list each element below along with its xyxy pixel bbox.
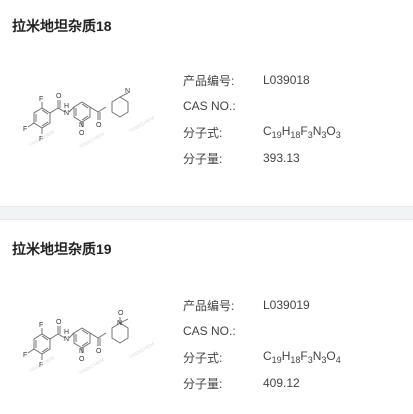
chemical-structure-image: F F F O N H N O O O N YRSKCHEM YRSKCHEM … — [20, 309, 170, 379]
card-separator — [0, 206, 413, 220]
oxygen-label: O — [56, 319, 62, 326]
cas-row: CAS NO.: — [183, 318, 341, 344]
oxygen-label: O — [79, 356, 85, 363]
formula-row: 分子式: C19H18F3N3O4 — [183, 344, 341, 370]
watermark: YRSKCHEM — [128, 341, 156, 360]
molecular-weight-label: 分子量: — [183, 376, 223, 391]
product-code-label: 产品编号: — [183, 298, 235, 313]
fluorine-label: F — [39, 96, 43, 103]
product-card-2[interactable]: 拉米地坦杂质19 F F F O N H N O O O N YRSKCHEM … — [0, 220, 413, 414]
nitrogen-label: N — [79, 122, 84, 129]
formula-value: C19H18F3N3O4 — [263, 349, 341, 365]
chemical-structure-image: F F F O N H N O O N YRSKCHEM YRSKCHEM YR… — [20, 83, 170, 153]
molecular-weight-row: 分子量: 393.13 — [183, 145, 341, 171]
product-code-value: L039019 — [263, 298, 310, 312]
cas-label: CAS NO.: — [183, 324, 236, 338]
nitrogen-label: N — [64, 110, 69, 117]
oxygen-label: O — [79, 130, 85, 137]
fluorine-label: F — [23, 352, 27, 359]
oxygen-label: O — [96, 348, 102, 355]
product-code-label: 产品编号: — [183, 73, 235, 88]
structure-drawing: F F F O N H N O O N YRSKCHEM YRSKCHEM YR… — [23, 88, 156, 151]
product-code-row: 产品编号: L039018 — [183, 67, 341, 93]
formula-label: 分子式: — [183, 125, 223, 140]
nitrogen-label: N — [79, 348, 84, 355]
cas-row: CAS NO.: — [183, 93, 341, 119]
product-title[interactable]: 拉米地坦杂质18 — [12, 16, 112, 36]
molecular-weight-row: 分子量: 409.12 — [183, 370, 341, 396]
oxygen-label: O — [56, 93, 62, 100]
product-code-row: 产品编号: L039019 — [183, 292, 341, 318]
watermark: YRSKCHEM — [128, 115, 156, 134]
fluorine-label: F — [39, 322, 43, 329]
nitrogen-label: N — [125, 88, 130, 95]
nitrogen-label: N — [117, 320, 122, 327]
hydrogen-label: H — [64, 103, 69, 110]
nitrogen-label: N — [64, 336, 69, 343]
molecular-weight-value: 409.12 — [263, 376, 300, 390]
formula-row: 分子式: C19H18F3N3O3 — [183, 119, 341, 145]
hydrogen-label: H — [64, 329, 69, 336]
formula-label: 分子式: — [183, 350, 223, 365]
product-properties: 产品编号: L039019 CAS NO.: 分子式: C19H18F3N3O4… — [183, 292, 341, 396]
formula-value: C19H18F3N3O3 — [263, 124, 341, 140]
fluorine-label: F — [23, 126, 27, 133]
structure-drawing: F F F O N H N O O O N YRSKCHEM YRSKCHEM … — [23, 310, 156, 377]
oxygen-label: O — [118, 310, 124, 317]
product-code-value: L039018 — [263, 73, 310, 87]
product-title[interactable]: 拉米地坦杂质19 — [12, 239, 112, 259]
oxygen-label: O — [96, 122, 102, 129]
cas-label: CAS NO.: — [183, 99, 236, 113]
product-properties: 产品编号: L039018 CAS NO.: 分子式: C19H18F3N3O3… — [183, 67, 341, 171]
molecular-weight-label: 分子量: — [183, 151, 223, 166]
molecular-weight-value: 393.13 — [263, 151, 300, 165]
product-card-1[interactable]: 拉米地坦杂质18 F F F O N H N O O N YRSKCHEM YR… — [0, 0, 413, 206]
